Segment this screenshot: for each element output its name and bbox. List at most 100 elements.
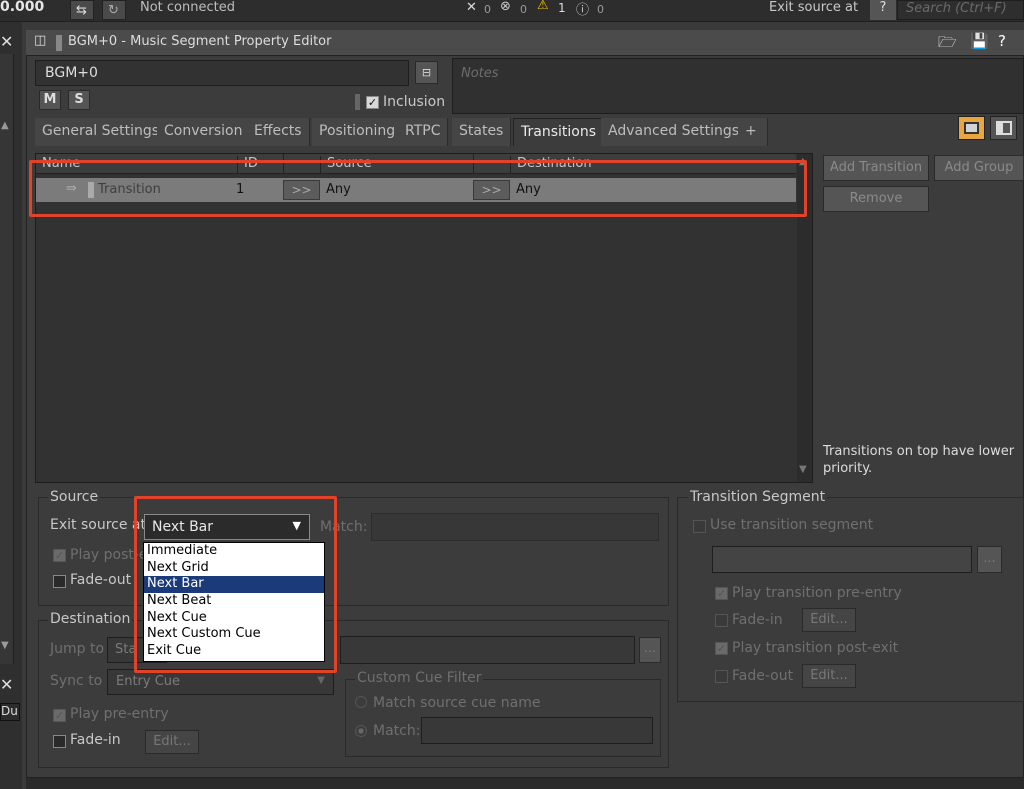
jump-browse-button[interactable]: ...	[639, 637, 661, 663]
tab-label: +	[745, 123, 757, 139]
fade-out-checkbox[interactable]	[53, 575, 66, 588]
play-transition-pre-entry-label: Play transition pre-entry	[732, 585, 902, 601]
ts-fade-out-edit-button[interactable]: Edit...	[802, 664, 856, 688]
exit-source-label: Exit source at	[769, 0, 859, 15]
solo-label: S	[74, 92, 84, 107]
split-view-icon	[996, 121, 1012, 135]
grip-icon	[355, 94, 360, 110]
info-icon[interactable]: ⓘ	[576, 0, 589, 18]
add-group-button[interactable]: Add Group	[934, 155, 1024, 181]
play-pre-entry-checkbox[interactable]: ✓	[53, 709, 66, 722]
remote-connect-button[interactable]: ⇆	[70, 0, 94, 20]
music-segment-icon: ◫	[34, 33, 47, 48]
save-icon[interactable]: 💾	[970, 32, 989, 50]
source-match-field[interactable]	[371, 513, 659, 541]
match-radio[interactable]	[355, 725, 367, 737]
help-icon[interactable]: ?	[998, 32, 1006, 50]
jump-to-label: Jump to	[50, 641, 105, 657]
ts-fade-out-label: Fade-out	[732, 668, 794, 684]
add-transition-button[interactable]: Add Transition	[823, 155, 929, 181]
jump-target-field[interactable]	[340, 636, 635, 664]
browse-label: ...	[643, 641, 657, 656]
use-transition-segment-checkbox[interactable]	[693, 520, 706, 533]
highlight-row-box	[29, 160, 807, 217]
match-field[interactable]	[421, 717, 653, 744]
left-panel-scroll[interactable]	[0, 54, 14, 664]
ts-fade-in-checkbox[interactable]	[715, 614, 728, 627]
priority-note: Transitions on top have lower priority.	[823, 444, 1015, 476]
help-button[interactable]: ?	[870, 0, 896, 20]
tab-add[interactable]: +	[738, 118, 768, 146]
play-transition-post-exit-checkbox[interactable]: ✓	[715, 642, 728, 655]
tab-transitions[interactable]: Transitions	[513, 118, 604, 146]
browse-label: ...	[983, 551, 996, 566]
tab-positioning[interactable]: Positioning	[312, 118, 404, 146]
ts-fade-in-edit-button[interactable]: Edit...	[802, 608, 856, 632]
notes-field[interactable]: Notes	[452, 58, 1024, 114]
help-label: ?	[879, 0, 887, 15]
editor-title: BGM+0 - Music Segment Property Editor	[68, 34, 332, 49]
exit-source-label: Exit source at	[50, 517, 146, 533]
warning-count: 1	[558, 1, 566, 15]
blocked-icon[interactable]: ⊗	[500, 0, 511, 14]
du-column-header[interactable]: Du	[0, 703, 20, 721]
edit-label: Edit...	[810, 668, 848, 683]
solo-button[interactable]: S	[68, 90, 90, 110]
warning-icon[interactable]: ⚠	[537, 0, 549, 13]
tab-effects[interactable]: Effects	[247, 118, 310, 146]
tab-label: Transitions	[521, 124, 596, 140]
folder-icon[interactable]: 🗁	[938, 32, 957, 57]
match-source-label: Match source cue name	[373, 695, 541, 711]
scroll-down-icon[interactable]: ▼	[1, 640, 9, 651]
fade-in-checkbox[interactable]	[53, 735, 66, 748]
tab-label: RTPC	[405, 123, 441, 139]
chevron-down-icon: ▼	[317, 675, 325, 686]
tab-label: States	[459, 123, 504, 139]
close-icon-lower[interactable]: ✕	[0, 675, 13, 694]
add-group-label: Add Group	[944, 160, 1014, 175]
highlight-dropdown-box	[134, 496, 337, 673]
scroll-up-icon[interactable]: ▲	[1, 120, 9, 131]
blocked-count: 0	[520, 3, 527, 16]
split-view-button[interactable]	[990, 116, 1017, 140]
tab-label: Effects	[254, 123, 302, 139]
tab-states[interactable]: States	[452, 118, 512, 146]
single-view-icon	[964, 122, 979, 134]
object-name-field[interactable]: BGM+0	[35, 60, 409, 86]
match-source-radio[interactable]	[355, 696, 367, 708]
bottom-status-bar	[26, 778, 1024, 789]
mute-button[interactable]: M	[39, 90, 61, 110]
rename-options-button[interactable]: ⊟	[415, 61, 438, 84]
inclusion-checkbox[interactable]: ✓	[366, 96, 379, 109]
remove-button[interactable]: Remove	[823, 186, 929, 212]
search-input[interactable]: Search (Ctrl+F)	[897, 0, 1024, 20]
close-small-icon[interactable]: ✕	[466, 0, 477, 15]
scroll-down-icon[interactable]: ▼	[799, 464, 807, 475]
single-view-button[interactable]	[958, 116, 985, 140]
tab-advanced-settings[interactable]: Advanced Settings	[601, 118, 748, 146]
top-toolbar: 0.000 ⇆ ↻ Not connected ✕ 0 ⊗ 0 ⚠ 1 ⓘ 0 …	[0, 0, 1024, 22]
tab-label: Advanced Settings	[608, 123, 740, 139]
editor-titlebar: ◫ BGM+0 - Music Segment Property Editor …	[26, 30, 1024, 56]
close-icon[interactable]: ✕	[0, 32, 13, 51]
tab-rtpc[interactable]: RTPC	[398, 118, 449, 146]
play-post-exit-checkbox[interactable]: ✓	[53, 549, 66, 562]
source-group-title: Source	[48, 489, 101, 505]
ts-fade-out-checkbox[interactable]	[715, 670, 728, 683]
tab-general-settings[interactable]: General Settings	[35, 118, 168, 146]
profiler-icon: ↻	[108, 3, 119, 18]
play-pre-entry-label: Play pre-entry	[70, 706, 169, 722]
profiler-button[interactable]: ↻	[102, 0, 126, 20]
transition-segment-browse-button[interactable]: ...	[977, 546, 1002, 573]
destination-group-title: Destination	[48, 611, 133, 627]
tab-conversion[interactable]: Conversion	[157, 118, 251, 146]
fade-in-edit-button[interactable]: Edit...	[145, 730, 199, 754]
transition-segment-field[interactable]	[712, 546, 972, 573]
object-name-value: BGM+0	[45, 65, 98, 81]
connect-icon: ⇆	[76, 3, 87, 18]
fps-readout: 0.000	[0, 0, 45, 15]
options-icon: ⊟	[421, 66, 432, 79]
tab-label: Positioning	[319, 123, 396, 139]
play-transition-pre-entry-checkbox[interactable]: ✓	[715, 587, 728, 600]
fade-out-label: Fade-out	[70, 572, 132, 588]
